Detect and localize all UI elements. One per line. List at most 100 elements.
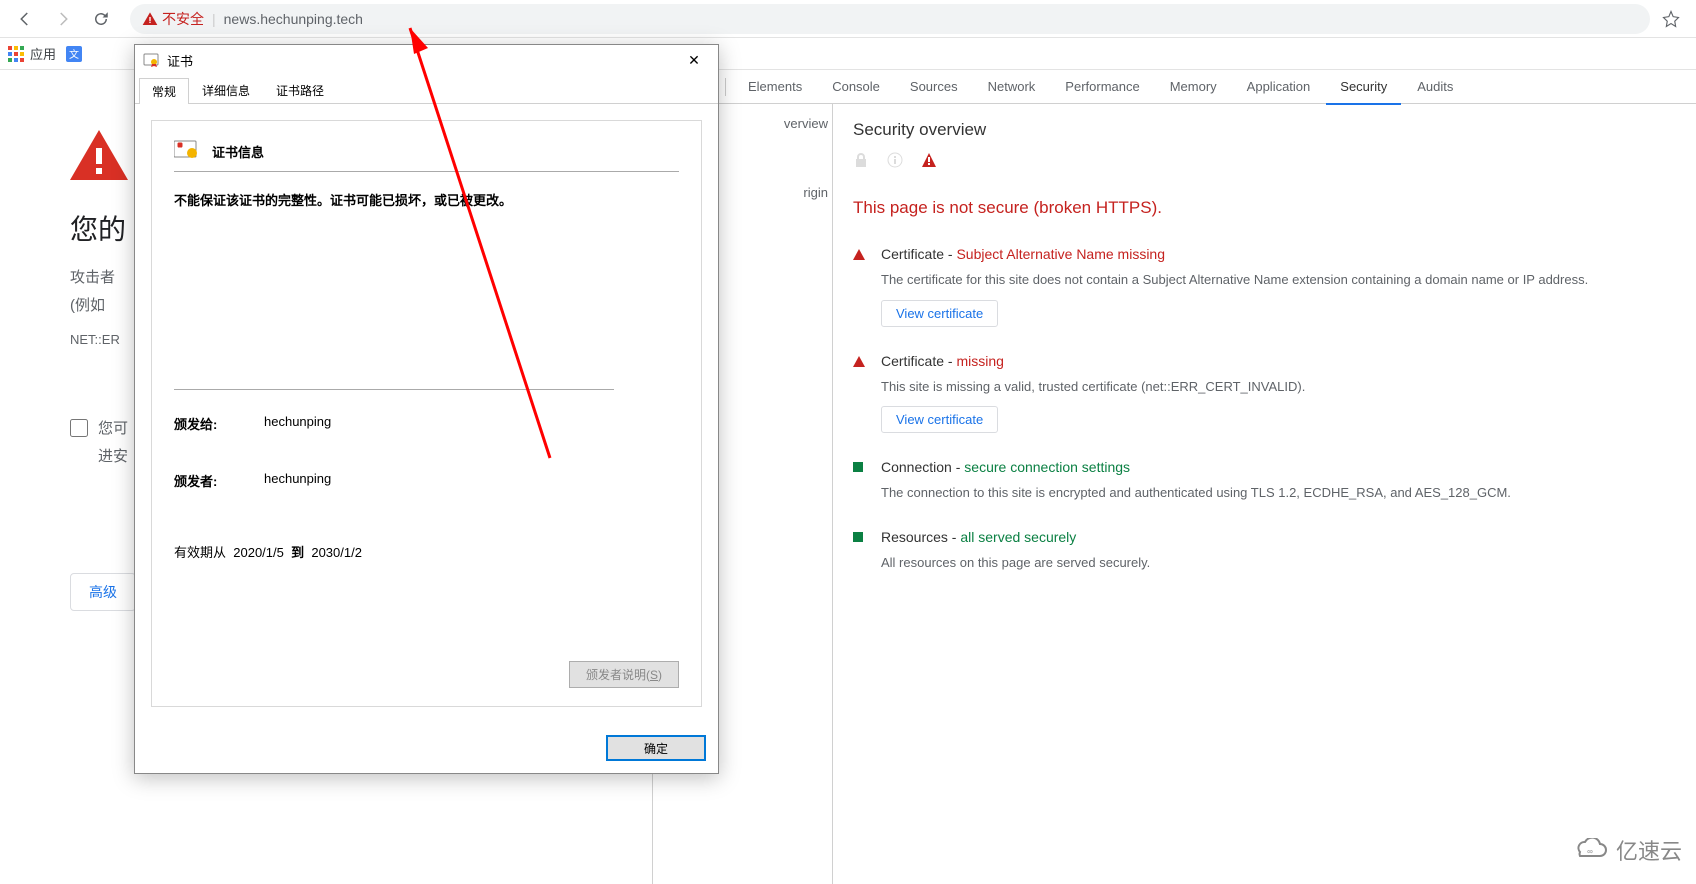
advanced-button[interactable]: 高级: [70, 573, 136, 611]
security-item-desc: All resources on this page are served se…: [881, 553, 1676, 573]
translate-icon: 文: [66, 46, 82, 62]
tab-memory[interactable]: Memory: [1156, 70, 1231, 104]
security-item-title-prefix: Certificate -: [881, 353, 956, 369]
security-item-status: Subject Alternative Name missing: [956, 246, 1165, 262]
security-item-desc: The certificate for this site does not c…: [881, 270, 1676, 290]
security-item: Certificate - missing This site is missin…: [853, 353, 1676, 434]
cert-ok-button[interactable]: 确定: [606, 735, 706, 761]
cert-warning-line: 不能保证该证书的完整性。证书可能已损坏，或已被更改。: [174, 190, 679, 209]
nav-back-button[interactable]: [8, 4, 42, 34]
security-item-desc: This site is missing a valid, trusted ce…: [881, 377, 1676, 397]
address-separator: |: [212, 11, 216, 27]
apps-label: 应用: [30, 44, 56, 63]
report-line1: 您可: [98, 417, 128, 441]
security-headline: This page is not secure (broken HTTPS).: [853, 198, 1676, 218]
security-summary-icons: [853, 152, 1676, 168]
security-item-body: Resources - all served securely All resou…: [881, 529, 1676, 573]
svg-text:文: 文: [69, 48, 79, 61]
tab-sources[interactable]: Sources: [896, 70, 972, 104]
cert-tabs: 常规 详细信息 证书路径: [135, 75, 718, 104]
cert-button-row: 确定: [135, 723, 718, 773]
cert-issued-to-label: 颁发给:: [174, 414, 264, 433]
security-item: Resources - all served securely All resou…: [853, 529, 1676, 573]
report-line2: 进安: [98, 445, 128, 469]
address-url: news.hechunping.tech: [224, 11, 363, 27]
cert-separator: [174, 389, 614, 390]
error-big-icon: [70, 130, 128, 180]
tab-elements[interactable]: Elements: [734, 70, 816, 104]
cert-valid-from: 2020/1/5: [233, 545, 284, 560]
reload-icon: [92, 10, 110, 28]
bookmark-star-button[interactable]: [1654, 4, 1688, 34]
issuer-statement-button: 颁发者说明(S): [569, 661, 679, 688]
warning-bullet-icon: [853, 249, 865, 261]
devtools-body: verview rigin Security overview This pag…: [653, 104, 1696, 884]
security-item-status: secure connection settings: [964, 459, 1130, 475]
not-secure-text: 不安全: [162, 9, 204, 29]
devtools-tabbar: Elements Console Sources Network Perform…: [653, 70, 1696, 104]
security-item-title: Certificate - missing: [881, 353, 1676, 369]
security-main: Security overview This page is not secur…: [833, 104, 1696, 884]
warning-red-icon: [921, 152, 937, 168]
cert-tab-path[interactable]: 证书路径: [263, 77, 337, 103]
security-item-title-prefix: Connection -: [881, 459, 964, 475]
security-item-body: Certificate - missing This site is missin…: [881, 353, 1676, 434]
watermark: ∞ 亿速云: [1570, 834, 1682, 866]
not-secure-indicator[interactable]: 不安全: [142, 9, 204, 29]
cloud-icon: ∞: [1570, 838, 1610, 862]
report-checkbox[interactable]: [70, 419, 88, 437]
security-item-title-prefix: Resources -: [881, 529, 960, 545]
lock-icon: [853, 152, 869, 168]
tab-console[interactable]: Console: [818, 70, 894, 104]
view-certificate-button[interactable]: View certificate: [881, 300, 998, 327]
ok-bullet-icon: [853, 462, 865, 474]
certificate-dialog: 证书 ✕ 常规 详细信息 证书路径 证书信息 不能保证该证书的完整性。证书可能已…: [134, 44, 719, 774]
cert-close-button[interactable]: ✕: [678, 49, 710, 71]
cert-tab-details[interactable]: 详细信息: [189, 77, 263, 103]
nav-forward-button[interactable]: [46, 4, 80, 34]
cert-valid-to-word: 到: [291, 545, 304, 560]
cert-titlebar: 证书 ✕: [135, 45, 718, 75]
tab-network[interactable]: Network: [974, 70, 1050, 104]
security-item-status: all served securely: [960, 529, 1076, 545]
cert-info-header: 证书信息: [174, 139, 679, 172]
security-item: Connection - secure connection settings T…: [853, 459, 1676, 503]
tab-security[interactable]: Security: [1326, 70, 1401, 104]
nav-reload-button[interactable]: [84, 4, 118, 34]
cert-tab-general[interactable]: 常规: [139, 78, 189, 104]
cert-issued-to-row: 颁发给: hechunping: [174, 414, 679, 433]
certificate-icon: [143, 52, 159, 68]
tab-audits[interactable]: Audits: [1403, 70, 1467, 104]
certificate-badge-icon: [174, 139, 202, 163]
devtools-separator: [725, 78, 726, 96]
star-icon: [1662, 10, 1680, 28]
cert-body: 证书信息 不能保证该证书的完整性。证书可能已损坏，或已被更改。 颁发给: hec…: [135, 104, 718, 723]
security-item-status: missing: [956, 353, 1003, 369]
tab-performance[interactable]: Performance: [1051, 70, 1153, 104]
security-item: Certificate - Subject Alternative Name m…: [853, 246, 1676, 327]
cert-info-title: 证书信息: [212, 142, 264, 161]
bookmark-item[interactable]: 文: [66, 46, 82, 62]
cert-issued-to-value: hechunping: [264, 414, 331, 433]
browser-toolbar: 不安全 | news.hechunping.tech: [0, 0, 1696, 38]
cert-valid-to: 2030/1/2: [311, 545, 362, 560]
cert-issued-by-label: 颁发者:: [174, 471, 264, 490]
security-item-title: Connection - secure connection settings: [881, 459, 1676, 475]
ok-bullet-icon: [853, 532, 865, 544]
security-item-desc: The connection to this site is encrypted…: [881, 483, 1676, 503]
security-item-title-prefix: Certificate -: [881, 246, 956, 262]
cert-valid-label: 有效期从: [174, 545, 226, 560]
view-certificate-button[interactable]: View certificate: [881, 406, 998, 433]
apps-button[interactable]: 应用: [8, 44, 56, 63]
arrow-left-icon: [16, 10, 34, 28]
arrow-right-icon: [54, 10, 72, 28]
svg-text:∞: ∞: [1587, 847, 1593, 856]
cert-window-title: 证书: [167, 51, 193, 70]
devtools-panel: Elements Console Sources Network Perform…: [652, 70, 1696, 884]
tab-application[interactable]: Application: [1233, 70, 1325, 104]
security-item-body: Certificate - Subject Alternative Name m…: [881, 246, 1676, 327]
address-bar[interactable]: 不安全 | news.hechunping.tech: [130, 4, 1650, 34]
security-overview-title: Security overview: [853, 120, 1676, 140]
cert-issued-by-value: hechunping: [264, 471, 331, 490]
cert-inner: 证书信息 不能保证该证书的完整性。证书可能已损坏，或已被更改。 颁发给: hec…: [151, 120, 702, 707]
